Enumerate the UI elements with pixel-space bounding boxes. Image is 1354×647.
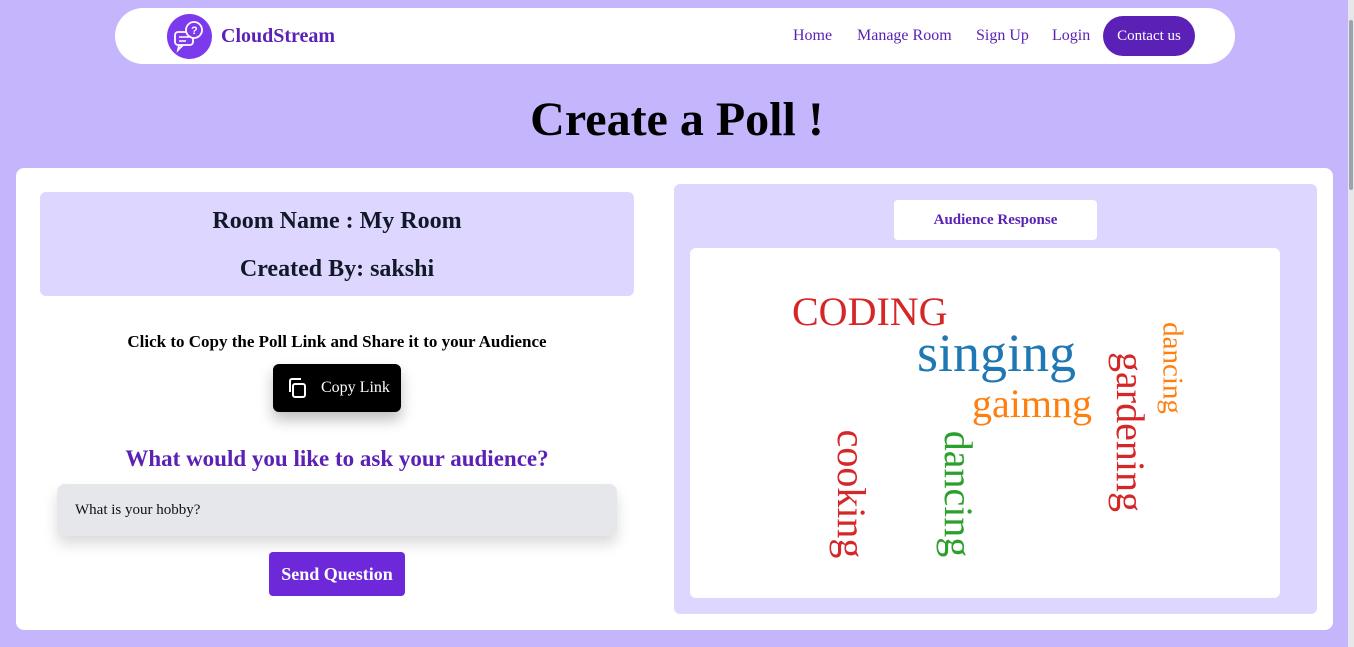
nav-manage-room[interactable]: Manage Room [857, 27, 952, 45]
send-question-button[interactable]: Send Question [269, 552, 405, 596]
copy-link-label: Copy Link [321, 379, 390, 396]
question-input[interactable] [57, 484, 617, 536]
svg-text:?: ? [191, 25, 198, 37]
scrollbar-thumb[interactable] [1349, 20, 1353, 190]
room-created-by: Created By: sakshi [239, 256, 435, 282]
word-singing: singing [917, 323, 1077, 383]
word-gardening: gardening [1108, 352, 1153, 512]
word-gaimng: gaimng [972, 381, 1092, 426]
scrollbar[interactable] [1348, 0, 1354, 647]
copy-icon [289, 378, 306, 398]
page-title: Create a Poll ! [530, 93, 824, 146]
room-info-box: Room Name : My Room Created By: sakshi [40, 192, 634, 296]
main-card: Room Name : My Room Created By: sakshi C… [16, 168, 1333, 630]
audience-response-panel: Audience Response CODING singing gaimng … [674, 184, 1317, 614]
audience-response-tab[interactable]: Audience Response [894, 200, 1097, 240]
copy-link-button[interactable]: Copy Link [273, 364, 401, 412]
nav-login[interactable]: Login [1052, 27, 1090, 45]
room-name: Room Name : My Room [212, 208, 462, 234]
chat-question-logo-icon[interactable]: ? [167, 14, 212, 59]
word-cooking: cooking [829, 429, 874, 559]
contact-us-button[interactable]: Contact us [1103, 16, 1195, 56]
brand-name[interactable]: CloudStream [221, 25, 335, 48]
navbar: ? CloudStream Home Manage Room Sign Up L… [115, 8, 1235, 64]
question-heading: What would you like to ask your audience… [125, 446, 549, 471]
word-dancing-orange: dancing [1156, 322, 1189, 414]
word-dancing-green: dancing [936, 430, 981, 558]
share-instruction: Click to Copy the Poll Link and Share it… [127, 332, 547, 351]
word-cloud: CODING singing gaimng dancing gardening … [690, 248, 1280, 598]
nav-home[interactable]: Home [793, 27, 832, 45]
nav-sign-up[interactable]: Sign Up [976, 27, 1029, 45]
